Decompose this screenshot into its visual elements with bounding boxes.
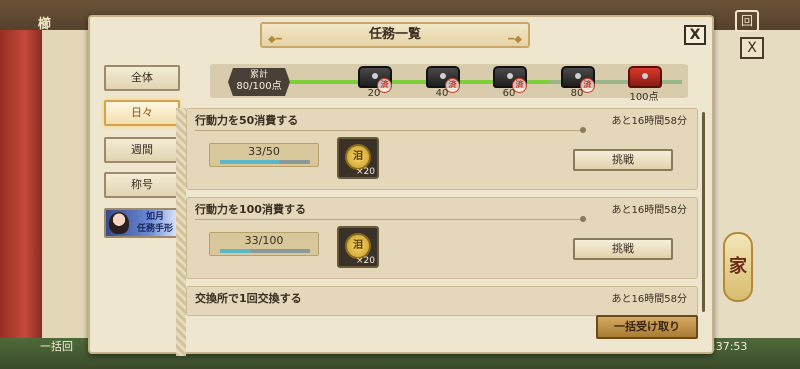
challenge-button[interactable]: 挑戦 (573, 149, 673, 171)
task-title: 交換所で1回交換する (195, 292, 302, 305)
modal-title: 任務一覧 (368, 27, 421, 42)
milestone-chest-80[interactable]: 済 80 (555, 64, 603, 100)
total-points-value: 80/100点 (236, 81, 282, 92)
menu-icon[interactable]: 回 (735, 10, 759, 32)
points-progress-strip: 累計 80/100点 済 20 済 40 済 60 済 80 100点 (210, 64, 688, 103)
task-divider (195, 216, 586, 222)
collect-all-button[interactable]: 一括受け取り (596, 315, 698, 339)
total-points-label: 累計 (249, 70, 268, 80)
character-avatar (109, 212, 129, 234)
task-progress-text: 33/100 (244, 234, 284, 247)
task-list-scrollbar[interactable] (702, 112, 705, 312)
task-divider (195, 127, 586, 133)
monthly-pass-line1: 如月 (145, 212, 164, 222)
milestone-chest-20[interactable]: 済 20 (352, 64, 400, 100)
tab-weekly[interactable]: 週間 (104, 137, 180, 163)
task-progress: 33/50 (209, 143, 319, 167)
monthly-pass-line2: 任務手形 (136, 224, 173, 234)
milestone-points: 80 (570, 88, 584, 99)
task-title: 行動力を50消費する (195, 114, 299, 127)
mission-list-modal: ◆━ 任務一覧 ━◆ X 全体 日々 週間 称号 如月 任務手形 累計 80/1… (88, 15, 714, 356)
challenge-button[interactable]: 挑戦 (573, 238, 673, 260)
left-red-pillar (0, 30, 42, 369)
milestone-chest-60[interactable]: 済 60 (487, 64, 535, 100)
close-button[interactable]: X (684, 25, 706, 45)
task-row: 行動力を100消費する あと16時間58分 33/100 泪 ×20 挑戦 (186, 197, 698, 279)
left-paper-panel (42, 30, 92, 350)
task-time-left: あと16時間58分 (611, 294, 687, 305)
milestone-chest-40[interactable]: 済 40 (420, 64, 468, 100)
modal-title-plate: ◆━ 任務一覧 ━◆ (260, 22, 530, 48)
task-progress-fill (220, 160, 280, 164)
reward-quantity: ×20 (356, 167, 375, 177)
tab-titles[interactable]: 称号 (104, 172, 180, 198)
monthly-pass-label: 如月 任務手形 (132, 211, 178, 235)
task-title: 行動力を100消費する (195, 203, 306, 216)
tab-monthly-pass[interactable]: 如月 任務手形 (104, 208, 180, 238)
red-chest-icon (628, 66, 662, 88)
right-paper-panel (712, 30, 800, 350)
right-ornament-icon: ━◆ (508, 34, 522, 45)
background-close-icon[interactable]: X (740, 37, 764, 59)
background-top-label: 櫛 (38, 17, 52, 32)
total-points-badge: 累計 80/100点 (228, 68, 290, 96)
reward-item[interactable]: 泪 ×20 (337, 137, 379, 179)
milestone-points: 20 (367, 88, 381, 99)
task-time-left: あと16時間58分 (611, 205, 687, 216)
task-row: 行動力を50消費する あと16時間58分 33/50 泪 ×20 挑戦 (186, 108, 698, 190)
milestone-points: 40 (435, 88, 449, 99)
house-button[interactable]: 家 (723, 232, 753, 302)
milestone-chest-100[interactable]: 100点 (622, 64, 670, 103)
milestone-points: 60 (502, 88, 516, 99)
task-progress-text: 33/50 (248, 145, 280, 158)
reward-item[interactable]: 泪 ×20 (337, 226, 379, 268)
tab-all[interactable]: 全体 (104, 65, 180, 91)
task-time-left: あと16時間58分 (611, 116, 687, 127)
tab-daily[interactable]: 日々 (104, 100, 180, 126)
task-row: 交換所で1回交換する あと16時間58分 (186, 286, 698, 316)
task-progress: 33/100 (209, 232, 319, 256)
list-border-pattern (176, 108, 186, 356)
task-progress-fill (220, 249, 250, 253)
reward-quantity: ×20 (356, 256, 375, 266)
left-ornament-icon: ◆━ (268, 34, 282, 45)
milestone-points: 100点 (629, 92, 659, 103)
background-collect-label[interactable]: 一括回 (40, 338, 73, 354)
